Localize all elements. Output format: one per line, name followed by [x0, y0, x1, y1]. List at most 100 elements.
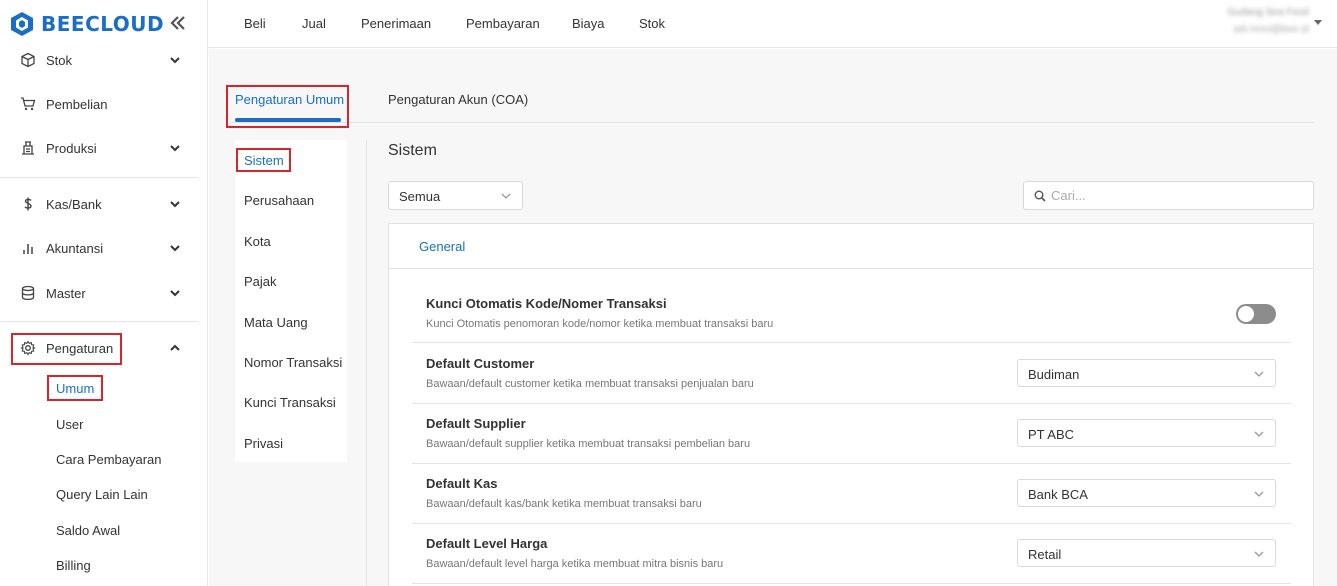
sidebar-item-pembelian[interactable]: Pembelian: [0, 86, 208, 122]
dollar-icon: [19, 195, 37, 213]
row-divider: [412, 463, 1291, 464]
setting-title: Default Level Harga: [426, 536, 548, 551]
sidebar-subitem-saldo-awal[interactable]: Saldo Awal: [56, 523, 120, 538]
topnav-jual[interactable]: Jual: [302, 16, 326, 31]
setting-desc: Bawaan/default customer ketika membuat t…: [426, 378, 754, 390]
sidebar: BEECLOUD Stok Pembelian Produksi Kas/Ban…: [0, 0, 208, 586]
topnav-biaya[interactable]: Biaya: [572, 16, 605, 31]
search-box: [1023, 181, 1314, 210]
search-input[interactable]: [1051, 188, 1301, 203]
chevron-down-icon: [501, 193, 511, 199]
setting-desc: Bawaan/default level harga ketika membua…: [426, 558, 724, 570]
section-title: Sistem: [388, 142, 437, 159]
chevron-down-icon: [170, 201, 180, 208]
collapse-sidebar-icon[interactable]: [168, 13, 190, 35]
select-value: Budiman: [1028, 367, 1080, 382]
brand-logo[interactable]: BEECLOUD: [10, 10, 164, 38]
chevron-down-icon: [1254, 491, 1264, 497]
sidebar-item-label: Produksi: [46, 140, 97, 156]
subnav-pajak[interactable]: Pajak: [244, 274, 277, 289]
top-navbar: Beli Jual Penerimaan Pembayaran Biaya St…: [208, 0, 1337, 48]
select-value: PT ABC: [1028, 427, 1075, 442]
sidebar-subitem-user[interactable]: User: [56, 417, 83, 432]
chevron-down-icon: [170, 145, 180, 152]
user-menu[interactable]: Gudang Sea Food adi.renni@bee.id: [1209, 7, 1309, 35]
sidebar-item-label: Stok: [46, 52, 73, 68]
topnav-stok[interactable]: Stok: [639, 16, 665, 31]
sidebar-divider: [0, 321, 198, 322]
gear-icon: [19, 339, 37, 357]
auto-lock-toggle[interactable]: [1236, 304, 1276, 324]
tab-pengaturan-akun-coa[interactable]: Pengaturan Akun (COA): [388, 92, 528, 107]
chevron-up-icon: [170, 344, 180, 351]
sidebar-item-label: Kas/Bank: [46, 196, 102, 212]
setting-desc: Kunci Otomatis penomoran kode/nomor keti…: [426, 318, 774, 330]
topnav-penerimaan[interactable]: Penerimaan: [361, 16, 431, 31]
chevron-down-icon: [1254, 371, 1264, 377]
sidebar-item-label: Master: [46, 285, 86, 301]
production-icon: [19, 139, 37, 157]
cart-icon: [19, 95, 37, 113]
chevron-down-icon: [1254, 551, 1264, 557]
row-divider: [412, 403, 1291, 404]
subnav-sistem[interactable]: Sistem: [244, 153, 284, 168]
card-tab-general[interactable]: General: [419, 239, 465, 254]
sidebar-subitem-cara-pembayaran[interactable]: Cara Pembayaran: [56, 452, 162, 467]
settings-card: [388, 223, 1314, 586]
select-value: Retail: [1028, 547, 1062, 562]
beecloud-logo-icon: [11, 12, 33, 36]
chevron-down-icon: [170, 290, 180, 297]
sidebar-item-pengaturan[interactable]: Pengaturan: [0, 330, 208, 366]
chevron-down-icon: [1254, 431, 1264, 437]
subnav-nomor-transaksi[interactable]: Nomor Transaksi: [244, 355, 342, 370]
sidebar-item-master[interactable]: Master: [0, 275, 208, 311]
subnav-divider: [366, 140, 367, 586]
topnav-beli[interactable]: Beli: [244, 16, 266, 31]
setting-desc: Bawaan/default supplier ketika membuat t…: [426, 438, 751, 450]
setting-title: Default Customer: [426, 356, 535, 371]
user-menu-caret-icon[interactable]: [1314, 20, 1322, 25]
database-icon: [19, 284, 37, 302]
sidebar-item-akuntansi[interactable]: Akuntansi: [0, 230, 208, 266]
sidebar-item-label: Pembelian: [46, 96, 108, 112]
setting-desc: Bawaan/default kas/bank ketika membuat t…: [426, 498, 702, 510]
subnav-mata-uang[interactable]: Mata Uang: [244, 315, 308, 330]
box-icon: [19, 51, 37, 69]
sidebar-item-label: Akuntansi: [46, 240, 104, 256]
default-kas-select[interactable]: Bank BCA: [1017, 479, 1276, 507]
subnav-kunci-transaksi[interactable]: Kunci Transaksi: [244, 395, 336, 410]
search-icon: [1034, 190, 1046, 202]
tab-pengaturan-umum[interactable]: Pengaturan Umum: [235, 92, 344, 107]
filter-select-value: Semua: [399, 189, 441, 204]
sidebar-subitem-umum[interactable]: Umum: [56, 381, 94, 396]
row-divider: [412, 523, 1291, 524]
chevron-down-icon: [170, 57, 180, 64]
default-supplier-select[interactable]: PT ABC: [1017, 419, 1276, 447]
card-header-divider: [389, 268, 1313, 269]
sidebar-item-stok[interactable]: Stok: [0, 42, 208, 78]
setting-title: Default Supplier: [426, 416, 526, 431]
setting-title: Kunci Otomatis Kode/Nomer Transaksi: [426, 296, 667, 311]
filter-select[interactable]: Semua: [388, 181, 523, 210]
subnav-perusahaan[interactable]: Perusahaan: [244, 193, 314, 208]
user-email: adi.renni@bee.id: [1233, 24, 1309, 35]
bar-chart-icon: [19, 239, 37, 257]
brand-name: BEECLOUD: [41, 12, 165, 36]
tabs-divider: [229, 122, 1314, 123]
sidebar-item-produksi[interactable]: Produksi: [0, 130, 208, 166]
default-level-harga-select[interactable]: Retail: [1017, 539, 1276, 567]
default-customer-select[interactable]: Budiman: [1017, 359, 1276, 387]
subnav-privasi[interactable]: Privasi: [244, 436, 283, 451]
settings-subnav: [235, 140, 347, 462]
topnav-pembayaran[interactable]: Pembayaran: [466, 16, 540, 31]
sidebar-subitem-query-lain-lain[interactable]: Query Lain Lain: [56, 487, 148, 502]
user-name: Gudang Sea Food: [1227, 7, 1309, 18]
row-divider: [412, 583, 1291, 584]
subnav-kota[interactable]: Kota: [244, 234, 271, 249]
select-value: Bank BCA: [1028, 487, 1088, 502]
sidebar-item-label: Pengaturan: [46, 340, 114, 356]
row-divider: [412, 342, 1291, 343]
sidebar-subitem-billing[interactable]: Billing: [56, 558, 91, 573]
setting-title: Default Kas: [426, 476, 498, 491]
sidebar-item-kas-bank[interactable]: Kas/Bank: [0, 186, 208, 222]
